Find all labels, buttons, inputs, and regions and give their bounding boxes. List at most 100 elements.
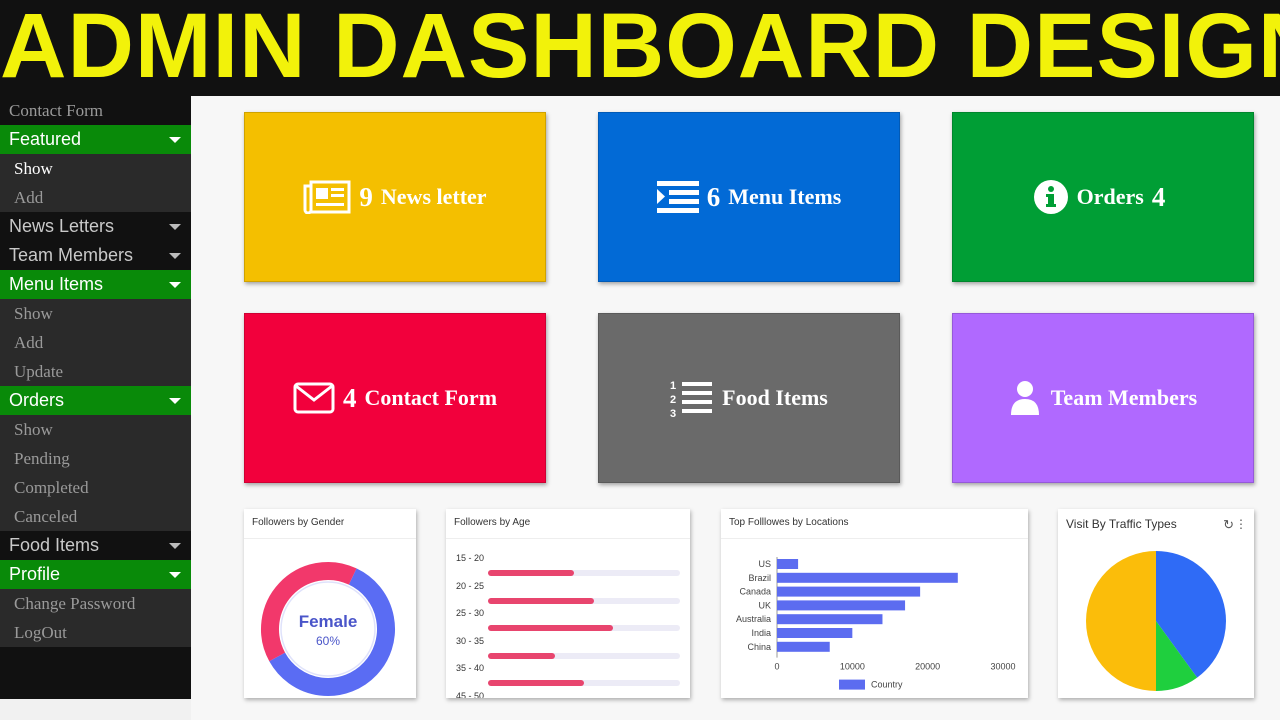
svg-text:3: 3 — [670, 408, 676, 418]
contact-count: 4 — [342, 382, 357, 413]
location-bar — [777, 586, 921, 597]
age-bar-row: 15 - 20 — [456, 553, 680, 581]
more-options-icon[interactable]: ⋮ — [1235, 517, 1247, 531]
location-tick-label: India — [751, 628, 771, 638]
sidebar-item-canceled[interactable]: Canceled — [0, 502, 191, 531]
age-bar — [488, 625, 613, 631]
sidebar-item-pending[interactable]: Pending — [0, 444, 191, 473]
age-bar-track — [488, 680, 680, 686]
sidebar-item-orders[interactable]: Orders — [0, 386, 191, 415]
location-tick-label: Australia — [736, 614, 771, 624]
age-category-label: 30 - 35 — [456, 635, 485, 646]
locations-bar-chart: US Brazil Canada UK Australia India China0 1000… — [736, 557, 1016, 690]
sidebar-item-label: News Letters — [9, 216, 115, 236]
age-bar-row: 25 - 30 — [456, 608, 680, 636]
menu-count: 6 — [706, 181, 721, 212]
sidebar-item-label: Show — [14, 420, 53, 439]
age-bar — [488, 597, 594, 604]
gender-chart-title: Followers by Gender — [244, 509, 416, 539]
caret-down-icon[interactable] — [169, 282, 181, 288]
location-tick-label: Brazil — [748, 573, 771, 583]
orders-card[interactable]: Orders 4 — [952, 112, 1254, 282]
numbered-list-icon: 1 2 3 — [670, 378, 713, 418]
age-bar — [488, 680, 584, 686]
newsletter-label: News letter — [380, 184, 487, 209]
sidebar-item-label: Add — [14, 188, 44, 207]
sidebar-item-show[interactable]: Show — [0, 154, 191, 183]
banner-title: ADMIN DASHBOARD DESIGN — [0, 0, 1280, 96]
age-bars: 15 - 20 20 - 25 25 - 30 30 - 35 35 - 40 45 - … — [446, 553, 690, 698]
sidebar-item-show[interactable]: Show — [0, 299, 191, 328]
sidebar-item-label: Featured — [9, 129, 82, 149]
sidebar-item-add[interactable]: Add — [0, 328, 191, 357]
caret-down-icon[interactable] — [169, 224, 181, 230]
orders-count: 4 — [1151, 181, 1166, 212]
age-bar-track — [488, 597, 680, 604]
age-bar-track — [488, 625, 680, 631]
sidebar-item-label: LogOut — [14, 623, 67, 642]
caret-down-icon[interactable] — [169, 253, 181, 259]
orders-label: Orders — [1076, 184, 1144, 209]
newsletter-count: 9 — [359, 181, 373, 212]
location-bar — [777, 641, 830, 652]
x-tick-label: 10000 — [840, 662, 865, 672]
sidebar-item-news-letters[interactable]: News Letters — [0, 212, 191, 241]
sidebar-item-show[interactable]: Show — [0, 415, 191, 444]
sidebar-item-menu-items[interactable]: Menu Items — [0, 270, 191, 299]
sidebar-item-label: Pending — [14, 449, 70, 468]
sidebar-item-update[interactable]: Update — [0, 357, 191, 386]
list-icon — [656, 181, 699, 213]
sidebar-item-profile[interactable]: Profile — [0, 560, 191, 589]
caret-down-icon[interactable] — [169, 398, 181, 404]
age-category-label: 25 - 30 — [456, 608, 485, 618]
caret-down-icon[interactable] — [169, 137, 181, 143]
sidebar-item-label: Add — [14, 333, 44, 352]
age-bar-row: 30 - 35 — [456, 636, 680, 664]
location-tick-label: Canada — [739, 587, 771, 597]
sidebar: Contact Form Featured Show Add News Letters T… — [0, 96, 191, 699]
team-members-card[interactable]: Team Members — [952, 313, 1254, 483]
caret-down-icon[interactable] — [169, 543, 181, 549]
age-bar-row: 20 - 25 — [456, 581, 680, 609]
sidebar-item-add[interactable]: Add — [0, 183, 191, 212]
sidebar-item-label: Menu Items — [9, 274, 104, 294]
sidebar-item-label: Canceled — [14, 507, 78, 526]
sidebar-item-label: Orders — [9, 390, 65, 410]
sidebar-item-completed[interactable]: Completed — [0, 473, 191, 502]
x-tick-label: 0 — [774, 662, 779, 672]
location-bar — [777, 614, 883, 625]
age-bar-track — [488, 652, 680, 659]
location-bar — [777, 559, 799, 569]
location-tick-label: China — [747, 642, 771, 652]
sidebar-item-contact-form[interactable]: Contact Form — [0, 96, 191, 125]
donut-center-label: Female — [299, 612, 358, 631]
sidebar-item-label: Food Items — [9, 535, 100, 555]
donut-center-value: 60% — [316, 634, 340, 648]
age-bar — [488, 570, 575, 576]
caret-down-icon[interactable] — [169, 572, 181, 578]
sidebar-item-change-password[interactable]: Change Password — [0, 589, 191, 618]
newsletter-card[interactable]: 9 News letter — [244, 112, 546, 282]
banner: ADMIN DASHBOARD DESIGN — [0, 0, 1280, 96]
location-tick-label: UK — [758, 600, 771, 610]
legend-label: Country — [871, 680, 903, 690]
locations-chart-panel: Top Folllowes by Locations US Brazil Canad… — [721, 509, 1028, 698]
contact-form-card[interactable]: 4 Contact Form — [244, 313, 546, 483]
traffic-pie-chart — [1086, 551, 1226, 691]
age-category-label: 45 - 50 — [456, 690, 485, 699]
svg-text:1: 1 — [670, 380, 676, 392]
age-chart-title: Followers by Age — [446, 509, 690, 539]
newspaper-icon — [303, 180, 351, 214]
sidebar-item-label: Show — [14, 159, 53, 178]
sidebar-item-logout[interactable]: LogOut — [0, 618, 191, 647]
age-category-label: 20 - 25 — [456, 580, 485, 591]
menu-items-card[interactable]: 6 Menu Items — [598, 112, 900, 282]
sidebar-item-featured[interactable]: Featured — [0, 125, 191, 154]
sidebar-item-food-items[interactable]: Food Items — [0, 531, 191, 560]
age-category-label: 15 - 20 — [456, 553, 485, 563]
food-items-card[interactable]: 1 2 3 Food Items — [598, 313, 900, 483]
sidebar-item-team-members[interactable]: Team Members — [0, 241, 191, 270]
menu-label: Menu Items — [728, 184, 842, 209]
refresh-icon[interactable]: ↻ — [1223, 517, 1234, 533]
food-label: Food Items — [722, 385, 828, 410]
